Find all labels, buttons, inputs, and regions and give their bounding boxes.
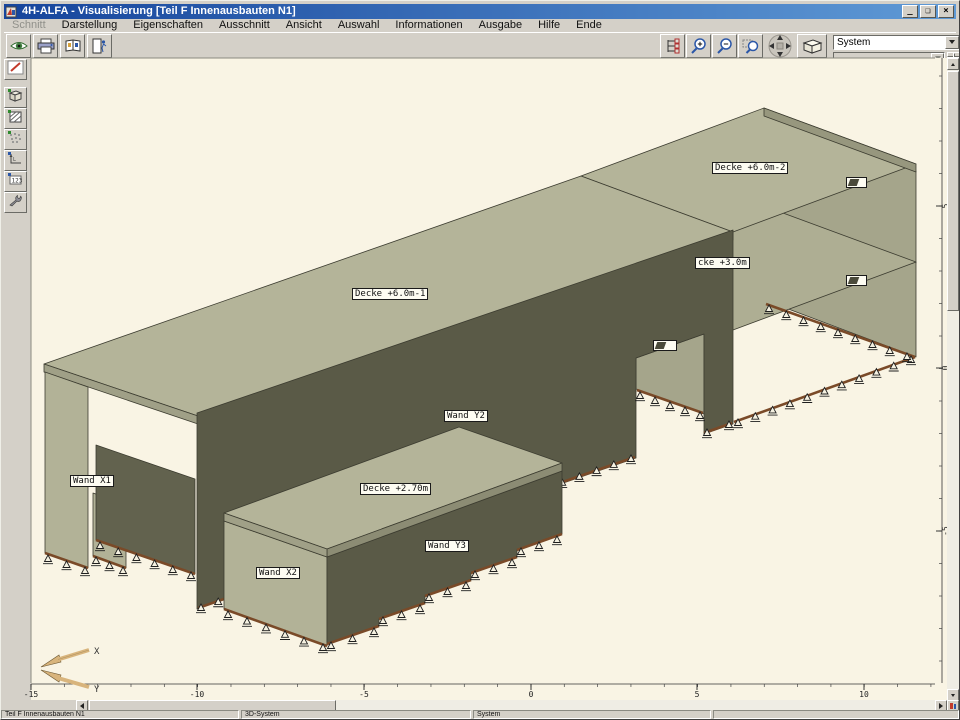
status-bar: Teil F Innenausbauten N1 3D-System Syste… bbox=[1, 710, 960, 719]
svg-text:X: X bbox=[94, 647, 100, 657]
status-system-type: 3D-System bbox=[241, 710, 471, 719]
svg-text:Y: Y bbox=[94, 685, 100, 695]
svg-text:-15: -15 bbox=[24, 690, 39, 699]
label-decke-27: Decke +2.70m bbox=[360, 483, 431, 495]
svg-text:0: 0 bbox=[529, 690, 534, 699]
svg-text:10: 10 bbox=[859, 690, 869, 699]
label-wand-x1: Wand X1 bbox=[70, 475, 114, 487]
vertical-scrollbar[interactable] bbox=[947, 58, 959, 701]
partial-label-1 bbox=[846, 177, 867, 188]
svg-text:5: 5 bbox=[695, 690, 700, 699]
scroll-up-icon[interactable] bbox=[947, 58, 959, 70]
partial-label-2 bbox=[846, 275, 867, 286]
vscroll-thumb[interactable] bbox=[947, 71, 959, 311]
label-decke-3: cke +3.0m bbox=[695, 257, 750, 269]
app-window: 4H-ALFA - Visualisierung [Teil F Innenau… bbox=[0, 0, 960, 720]
status-part-name: Teil F Innenausbauten N1 bbox=[1, 710, 239, 719]
status-extra bbox=[713, 710, 959, 719]
status-mode: System bbox=[473, 710, 711, 719]
partial-label-3 bbox=[653, 340, 677, 351]
label-wand-y3: Wand Y3 bbox=[425, 540, 469, 552]
label-wand-y2: Wand Y2 bbox=[444, 410, 488, 422]
label-decke-6-1: Decke +6.0m-1 bbox=[352, 288, 428, 300]
label-decke-6-2: Decke +6.0m-2 bbox=[712, 162, 788, 174]
svg-text:-10: -10 bbox=[190, 690, 205, 699]
svg-text:-5: -5 bbox=[359, 690, 369, 699]
3d-view-canvas[interactable]: -15-10-5051050-5XY bbox=[1, 1, 960, 720]
label-wand-x2: Wand X2 bbox=[256, 567, 300, 579]
